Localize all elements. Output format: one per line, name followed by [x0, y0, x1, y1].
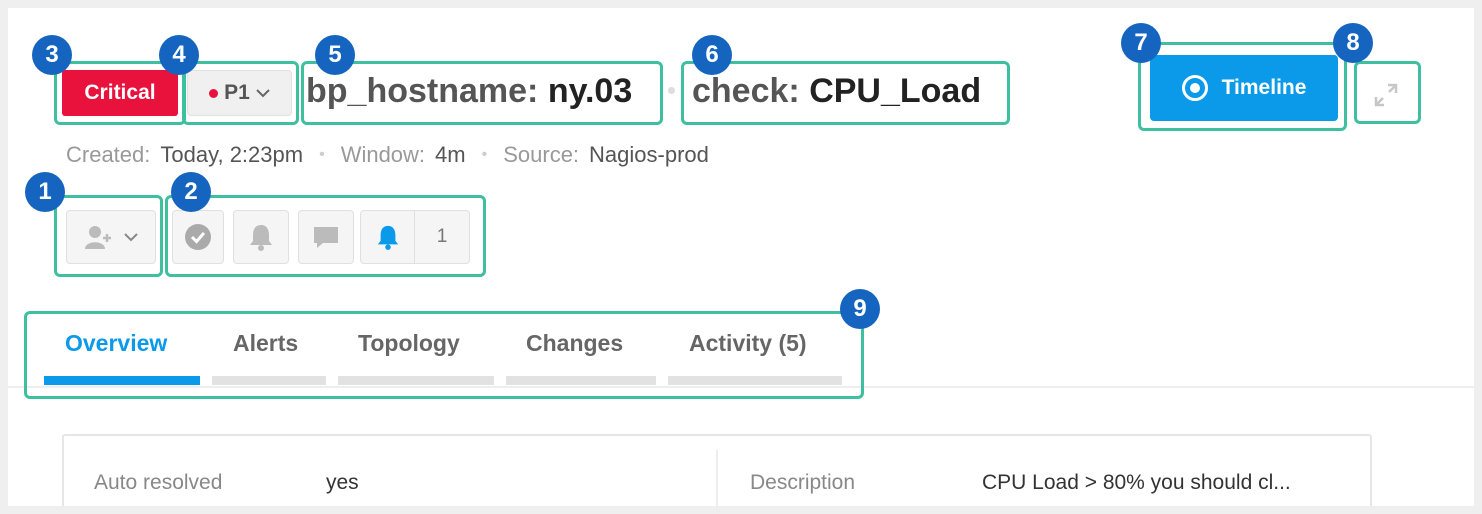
expand-button[interactable] [1364, 75, 1408, 115]
priority-dropdown[interactable]: P1 [187, 70, 292, 116]
callout-marker-4: 4 [159, 35, 199, 75]
tab-overview[interactable]: Overview [65, 330, 167, 357]
severity-label: Critical [84, 81, 156, 104]
created-value: Today, 2:23pm [160, 142, 304, 167]
created-label: Created: [66, 142, 151, 167]
title-separator [668, 87, 675, 94]
tab-indicator-topology [338, 376, 494, 385]
callout-marker-1: 1 [25, 172, 65, 212]
tab-topology[interactable]: Topology [358, 330, 460, 357]
severity-badge[interactable]: Critical [62, 70, 178, 116]
timeline-button[interactable]: Timeline [1150, 55, 1338, 121]
title-check: check: CPU_Load [692, 72, 982, 110]
window-value: 4m [435, 142, 466, 167]
chevron-down-icon [256, 89, 270, 98]
callout-marker-6: 6 [692, 35, 732, 75]
tab-changes[interactable]: Changes [526, 330, 623, 357]
callout-marker-9: 9 [840, 289, 880, 329]
timeline-label: Timeline [1221, 76, 1307, 99]
assign-user-dropdown[interactable] [66, 210, 156, 264]
callout-marker-2: 2 [171, 172, 211, 212]
callout-marker-3: 3 [32, 35, 72, 75]
subscribe-button-group[interactable]: 1 [360, 210, 470, 264]
detail-value-description: CPU Load > 80% you should cl... [982, 471, 1291, 494]
assign-user-icon [85, 226, 111, 249]
title-hostname: bp_hostname: ny.03 [306, 72, 633, 110]
callout-marker-8: 8 [1333, 23, 1373, 63]
source-label: Source: [503, 142, 580, 167]
tab-alerts[interactable]: Alerts [233, 330, 298, 357]
header-divider [8, 386, 1474, 388]
incident-card: Critical P1 bp_hostname: ny.03 check: CP… [8, 8, 1474, 506]
detail-label-auto-resolved: Auto resolved [94, 471, 223, 494]
source-value: Nagios-prod [589, 142, 709, 167]
tab-indicator-alerts [212, 376, 326, 385]
tab-indicator-overview [44, 376, 200, 385]
acknowledge-button[interactable] [172, 210, 224, 264]
comment-button[interactable] [298, 210, 354, 264]
meta-line: Created: Today, 2:23pm • Window: 4m • So… [66, 142, 709, 168]
tab-indicator-activity [668, 376, 842, 385]
timeline-record-icon [1181, 75, 1208, 101]
notify-button[interactable] [233, 210, 289, 264]
detail-label-description: Description [750, 471, 856, 494]
details-divider [716, 450, 718, 506]
detail-value-auto-resolved: yes [326, 471, 359, 494]
bell-icon [250, 225, 272, 251]
chevron-down-icon [124, 233, 138, 242]
subscriber-count: 1 [436, 226, 448, 247]
comment-icon [314, 227, 338, 248]
window-label: Window: [340, 142, 426, 167]
callout-marker-7: 7 [1121, 23, 1161, 63]
bell-active-icon [377, 225, 398, 250]
tab-activity[interactable]: Activity (5) [689, 330, 807, 357]
tab-indicator-changes [506, 376, 656, 385]
callout-marker-5: 5 [315, 35, 355, 75]
details-panel: Auto resolved yes Description CPU Load >… [62, 434, 1372, 506]
priority-label: P1 [224, 81, 250, 104]
meta-separator: • [481, 146, 488, 163]
priority-dot-icon [209, 88, 219, 98]
expand-icon [1374, 83, 1398, 107]
meta-separator: • [319, 146, 325, 163]
subscribe-button[interactable] [361, 211, 415, 263]
acknowledge-check-icon [185, 224, 211, 250]
